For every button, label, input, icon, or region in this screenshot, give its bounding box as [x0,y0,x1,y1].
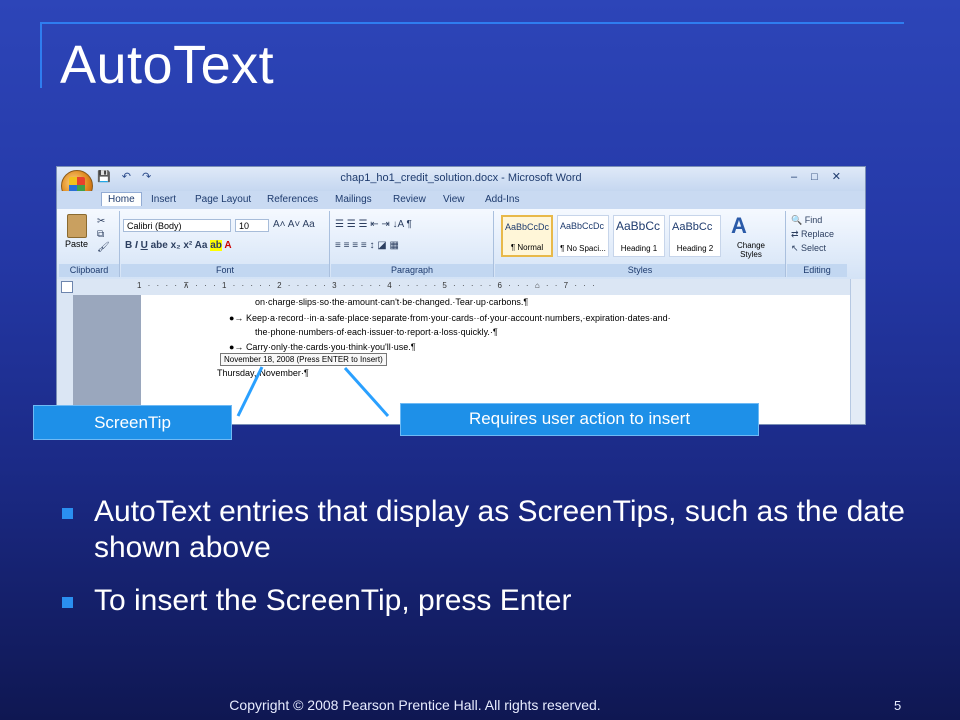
bullet-item: AutoText entries that display as ScreenT… [60,494,920,566]
style-sample: AaBbCcDc [505,222,549,232]
word-window-title: chap1_ho1_credit_solution.docx - Microso… [340,172,582,184]
user-action-callout: Requires user action to insert [400,403,759,436]
font-size-box[interactable]: 10 [235,219,269,232]
editing-group: 🔍 Find ⇄ Replace ↖ Select Editing [787,211,847,277]
cut-copy-format-icons[interactable]: ✂ ⧉ 🖌 [97,215,110,254]
horizontal-ruler[interactable]: 1 · · · · ⊼ · · · 1 · · · · · 2 · · · · … [57,279,865,296]
slide-title: AutoText [60,35,275,95]
replace-button[interactable]: ⇄ Replace [791,229,834,240]
style-name: Heading 1 [620,244,658,253]
ribbon: Paste ✂ ⧉ 🖌 Clipboard Calibri (Body) 10 A˄… [57,209,865,280]
style-name: ¶ Normal [510,243,544,252]
clipboard-label: Clipboard [59,264,119,277]
style-sample: AaBbCc [672,221,713,233]
bullet-item: To insert the ScreenTip, press Enter [60,583,920,619]
select-button[interactable]: ↖ Select [791,243,826,254]
tab-add-ins[interactable]: Add-Ins [485,194,519,205]
window-controls[interactable]: ‒□✕ [791,170,855,183]
style-name: ¶ No Spaci... [560,244,606,253]
grow-shrink-font-icons[interactable]: A˄ A˅ Aa [273,219,315,230]
paste-label[interactable]: Paste [65,239,88,249]
screentip-callout: ScreenTip [33,405,232,440]
document-bullet-line: ●→ Keep·a·record··in·a·safe·place·separa… [229,313,671,323]
style-normal[interactable]: AaBbCcDc ¶ Normal [501,215,553,257]
vertical-scrollbar[interactable] [850,279,865,424]
document-line: Thursday,·November·¶ [217,368,309,378]
styles-group-label: Styles [495,264,785,277]
paragraph-group-label: Paragraph [331,264,493,277]
find-button[interactable]: 🔍 Find [791,215,822,226]
find-label: Find [804,215,823,225]
paragraph-group: ☰ ☰ ☰ ⇤ ⇥ ↓A ¶ ≡ ≡ ≡ ≡ ↕ ◪ ▦ Paragraph [331,211,494,277]
change-styles-icon[interactable]: A [731,213,747,239]
paste-icon[interactable] [67,214,87,238]
tab-home[interactable]: Home [101,192,142,206]
style-name: Heading 2 [676,244,714,253]
font-group: Calibri (Body) 10 A˄ A˅ Aa B I U abe x₂ … [121,211,330,277]
style-sample: AaBbCcDc [560,221,605,231]
font-group-label: Font [121,264,329,277]
autotext-screentip[interactable]: November 18, 2008 (Press ENTER to Insert… [220,353,387,366]
slide-number: 5 [894,698,902,713]
bullet-text: Keep·a·record··in·a·safe·place·separate·… [245,313,671,323]
document-line: on·charge·slips·so·the·amount·can't·be·c… [255,297,529,307]
style-no-spacing[interactable]: AaBbCcDc ¶ No Spaci... [557,215,609,257]
tab-mailings[interactable]: Mailings [335,194,372,205]
list-indent-icons[interactable]: ☰ ☰ ☰ ⇤ ⇥ ↓A ¶ [335,219,412,230]
title-accent-line [40,22,904,24]
bullet-list: AutoText entries that display as ScreenT… [60,494,920,636]
ribbon-tabs: Home Insert Page Layout References Maili… [57,191,865,209]
styles-group: AaBbCcDc ¶ Normal AaBbCcDc ¶ No Spaci...… [495,211,786,277]
font-format-icons[interactable]: B I U abe x₂ x² Aa ab A [125,240,232,251]
document-line: the·phone·numbers·of·each·issuer·to·repo… [255,327,498,337]
bullet-text: To insert the ScreenTip, press Enter [94,584,572,617]
tab-insert[interactable]: Insert [151,194,176,205]
ruler-ticks: 1 · · · · ⊼ · · · 1 · · · · · 2 · · · · … [137,281,597,290]
tab-review[interactable]: Review [393,194,426,205]
bullet-text: Carry·only·the·cards·you·think·you'll·us… [245,342,416,352]
tab-selector-icon[interactable] [61,281,73,293]
style-heading-2[interactable]: AaBbCc Heading 2 [669,215,721,257]
square-bullet-icon [62,508,73,519]
document-bullet-line: ●→ Carry·only·the·cards·you·think·you'll… [229,342,416,352]
replace-label: Replace [801,229,835,239]
word-titlebar: 💾 ↶ ↷ chap1_ho1_credit_solution.docx - M… [57,167,865,191]
word-screenshot: 💾 ↶ ↷ chap1_ho1_credit_solution.docx - M… [56,166,866,425]
alignment-icons[interactable]: ≡ ≡ ≡ ≡ ↕ ◪ ▦ [335,240,399,251]
style-heading-1[interactable]: AaBbCc Heading 1 [613,215,665,257]
editing-group-label: Editing [787,264,847,277]
select-label: Select [801,243,827,253]
tab-page-layout[interactable]: Page Layout [195,194,251,205]
font-name-box[interactable]: Calibri (Body) [123,219,231,232]
tab-view[interactable]: View [443,194,465,205]
title-accent-bar [40,22,42,88]
style-sample: AaBbCc [616,219,661,233]
tab-references[interactable]: References [267,194,318,205]
copyright-footer: Copyright © 2008 Pearson Prentice Hall. … [229,697,601,713]
clipboard-group: Paste ✂ ⧉ 🖌 Clipboard [59,211,120,277]
change-styles-label[interactable]: Change Styles [727,241,775,259]
bullet-text: AutoText entries that display as ScreenT… [94,495,905,564]
square-bullet-icon [62,597,73,608]
